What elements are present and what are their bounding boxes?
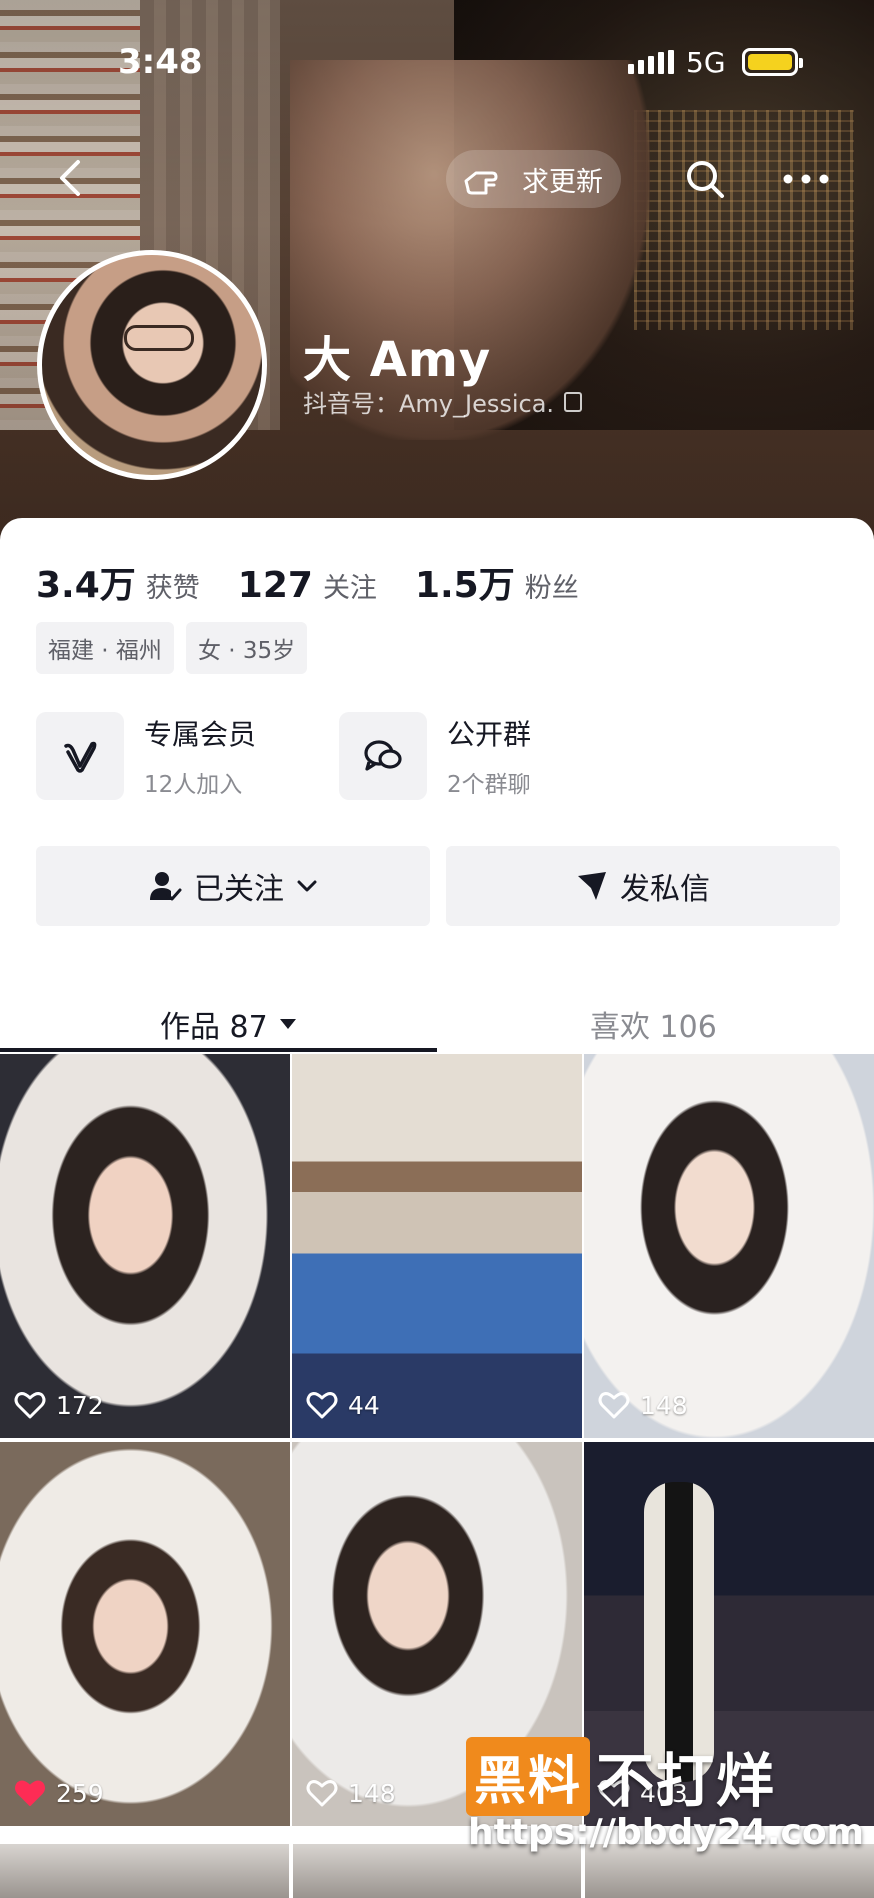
avatar[interactable] xyxy=(37,250,267,480)
profile-tags: 福建 · 福州 女 · 35岁 xyxy=(36,622,308,674)
feature-subtitle: 2个群聊 xyxy=(447,772,531,798)
douyin-id-text: 抖音号：Amy_Jessica. xyxy=(303,390,555,418)
gender-age-tag: 女 · 35岁 xyxy=(185,622,308,674)
video-thumbnail[interactable]: 259 xyxy=(0,1442,290,1826)
heart-icon xyxy=(598,1392,630,1419)
user-check-icon xyxy=(150,872,182,901)
like-count: 44 xyxy=(306,1390,380,1420)
send-icon xyxy=(578,872,606,900)
request-update-button[interactable]: 求更新 xyxy=(446,150,621,208)
like-count: 148 xyxy=(598,1390,688,1420)
watermark-url: https://bbdy24.com xyxy=(468,1812,865,1853)
stats-row: 3.4万 获赞 127 关注 1.5万 粉丝 xyxy=(36,556,617,608)
like-count: 148 xyxy=(306,1778,396,1808)
feature-title: 公开群 xyxy=(447,718,532,751)
copy-icon[interactable] xyxy=(564,391,583,412)
battery-icon xyxy=(742,48,803,76)
back-button[interactable] xyxy=(48,150,92,206)
watermark-brand-box: 黑料 xyxy=(466,1736,591,1816)
search-icon xyxy=(687,161,724,198)
heart-icon xyxy=(14,1392,46,1419)
watermark-brand-text: 不打烊 xyxy=(596,1747,777,1815)
status-bar: 3:48 5G xyxy=(0,0,874,120)
like-count: 259 xyxy=(14,1778,104,1808)
more-button[interactable] xyxy=(780,164,832,194)
chevron-down-icon xyxy=(297,880,317,892)
feature-subtitle: 12人加入 xyxy=(144,772,243,798)
pointing-hand-icon xyxy=(464,171,498,195)
active-tab-indicator xyxy=(0,1048,437,1052)
public-group-entry[interactable]: 公开群 2个群聊 xyxy=(339,712,531,800)
stat-followers[interactable]: 1.5万 粉丝 xyxy=(415,556,579,608)
triangle-down-icon xyxy=(279,1019,296,1029)
v-badge-icon xyxy=(36,712,124,800)
location-tag: 福建 · 福州 xyxy=(36,622,174,674)
status-time: 3:48 xyxy=(118,42,203,82)
douyin-id[interactable]: 抖音号：Amy_Jessica. xyxy=(303,384,583,419)
feature-title: 专属会员 xyxy=(144,718,257,751)
like-count: 172 xyxy=(14,1390,104,1420)
video-thumbnail[interactable]: 172 xyxy=(0,1054,290,1438)
heart-icon xyxy=(306,1780,338,1807)
network-type: 5G xyxy=(686,46,726,79)
group-chat-icon xyxy=(339,712,427,800)
search-button[interactable] xyxy=(680,154,732,206)
chevron-left-icon xyxy=(60,160,80,196)
exclusive-member-entry[interactable]: 专属会员 12人加入 xyxy=(36,712,256,800)
profile-screen: 3:48 5G 求更新 大 Amy 抖音号：Amy_Jessica. 3.4万 … xyxy=(0,0,874,1898)
stat-likes[interactable]: 3.4万 获赞 xyxy=(36,556,200,608)
video-thumbnail[interactable] xyxy=(0,1844,289,1898)
heart-filled-icon xyxy=(15,1780,45,1806)
following-button[interactable]: 已关注 xyxy=(36,846,430,926)
watermark-logo: 黑料 不打烊 xyxy=(466,1734,776,1818)
request-update-label: 求更新 xyxy=(522,166,603,198)
following-label: 已关注 xyxy=(194,872,284,907)
video-thumbnail[interactable]: 148 xyxy=(584,1054,874,1438)
send-message-button[interactable]: 发私信 xyxy=(446,846,840,926)
stat-following[interactable]: 127 关注 xyxy=(238,565,377,606)
more-dots-icon xyxy=(783,174,829,184)
heart-icon xyxy=(306,1392,338,1419)
video-thumbnail[interactable]: 44 xyxy=(292,1054,582,1438)
profile-name: 大 Amy xyxy=(303,332,492,388)
send-message-label: 发私信 xyxy=(620,872,710,907)
signal-icon xyxy=(628,50,674,74)
